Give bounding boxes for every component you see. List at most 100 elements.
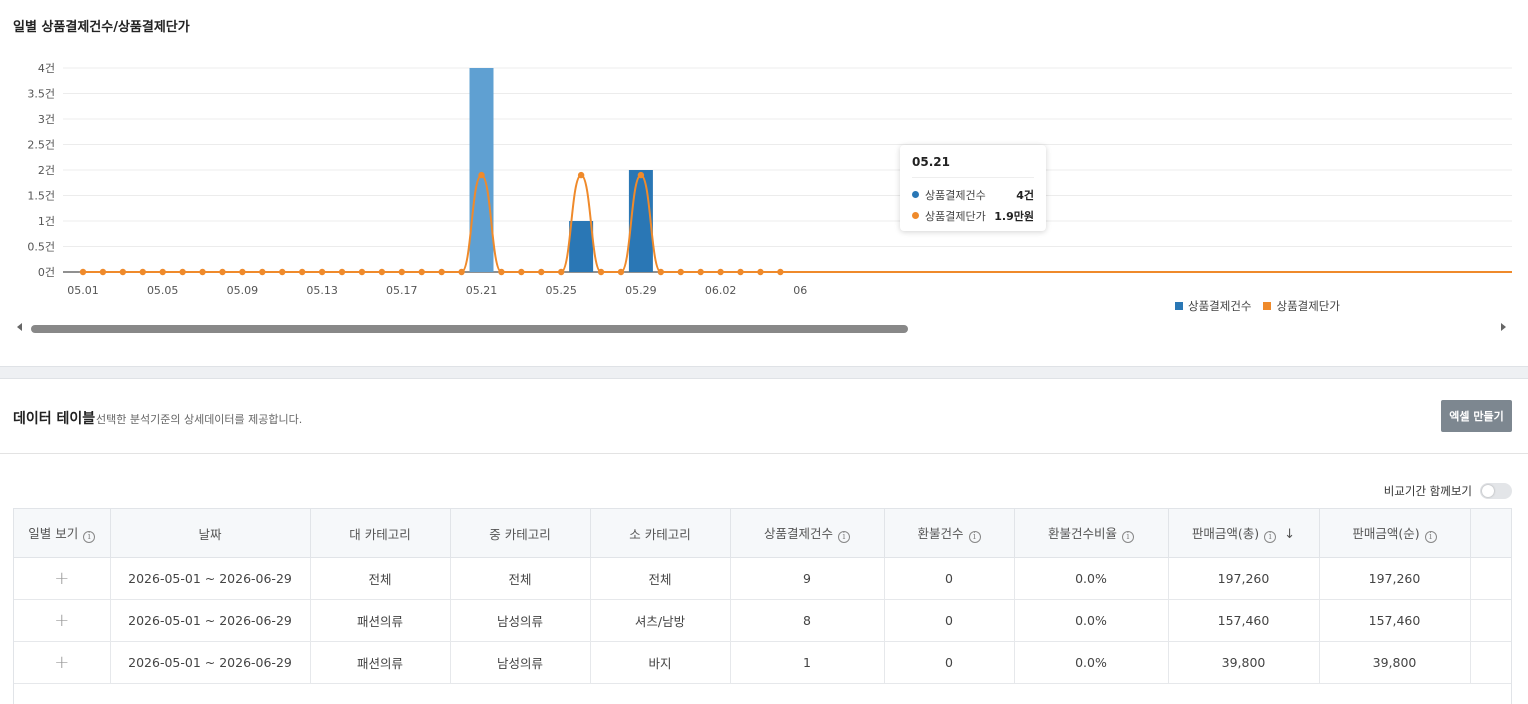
y-tick-label: 3.5건 bbox=[27, 88, 55, 101]
column-header[interactable]: 대 카테고리 bbox=[310, 508, 451, 558]
x-tick-label: 06.02 bbox=[705, 284, 737, 297]
tooltip-value-price: 1.9만원 bbox=[994, 209, 1034, 223]
x-tick-label: 05.01 bbox=[67, 284, 99, 297]
line-point bbox=[298, 268, 306, 276]
column-header[interactable]: 판매금액(순) i bbox=[1319, 508, 1471, 558]
info-circle-icon[interactable]: i bbox=[1122, 531, 1134, 543]
category-s-cell: 전체 bbox=[590, 557, 731, 600]
line-point bbox=[577, 171, 585, 179]
tooltip-date: 05.21 bbox=[912, 155, 1034, 178]
table-body: +2026-05-01 ~ 2026-06-29 전체 전체 전체 9 0 0.0% 197,… bbox=[14, 557, 1511, 684]
bar bbox=[469, 68, 494, 272]
line-point bbox=[179, 268, 186, 276]
y-tick-label: 3건 bbox=[38, 113, 55, 126]
line-point bbox=[438, 268, 445, 276]
line-point bbox=[318, 268, 326, 276]
column-header[interactable]: 일별 보기 i bbox=[14, 508, 111, 558]
line-series bbox=[83, 174, 1512, 273]
data-table-header: 데이터 테이블 선택한 분석기준의 상세데이터를 제공합니다. 엑셀 만들기 bbox=[0, 379, 1528, 454]
refunds-cell: 0 bbox=[884, 557, 1015, 600]
x-tick-label: 05.25 bbox=[545, 284, 577, 297]
legend-item-orders[interactable]: 상품결제건수 bbox=[1175, 298, 1251, 314]
column-header-label: 중 카테고리 bbox=[489, 526, 551, 542]
column-header-label: 환불건수비율 bbox=[1047, 526, 1117, 541]
overflow-cell bbox=[1470, 641, 1511, 684]
category-l-cell: 전체 bbox=[310, 557, 451, 600]
line-point bbox=[597, 268, 605, 276]
legend-swatch-price bbox=[1263, 302, 1272, 310]
line-point bbox=[279, 268, 286, 276]
line-point bbox=[697, 268, 704, 276]
bar bbox=[569, 221, 594, 272]
overflow-cell bbox=[1470, 599, 1511, 642]
line-point bbox=[777, 268, 784, 276]
info-circle-icon[interactable]: i bbox=[1264, 531, 1277, 543]
info-circle-icon[interactable]: i bbox=[838, 531, 850, 543]
refund-rate-cell: 0.0% bbox=[1014, 557, 1169, 600]
tooltip-value-orders: 4건 bbox=[1016, 188, 1034, 202]
bar bbox=[628, 170, 653, 272]
column-header-label: 환불건수 bbox=[917, 526, 964, 541]
info-circle-icon[interactable]: i bbox=[968, 531, 981, 543]
sales-net-cell: 157,460 bbox=[1319, 599, 1471, 642]
arrow-down-icon[interactable]: ↓ bbox=[1284, 527, 1295, 542]
sales-net-cell: 197,260 bbox=[1319, 557, 1471, 600]
column-header-label: 판매금액(총) bbox=[1191, 526, 1260, 541]
legend-label-price: 상품결제단가 bbox=[1276, 299, 1340, 313]
column-header[interactable]: 환불건수 i bbox=[884, 508, 1015, 558]
plus-icon[interactable]: + bbox=[54, 569, 69, 588]
tooltip-row-price: 상품결제단가 1.9만원 bbox=[912, 205, 1034, 226]
tooltip-dot-price bbox=[912, 212, 919, 219]
column-header-label: 대 카테고리 bbox=[349, 526, 411, 542]
table-row: +2026-05-01 ~ 2026-06-29 패션의류 남성의류 바지 1 0 0.0%… bbox=[14, 641, 1511, 684]
column-header[interactable]: 소 카테고리 bbox=[590, 508, 731, 558]
category-l-cell: 패션의류 bbox=[310, 599, 451, 642]
overflow-cell bbox=[1470, 557, 1511, 600]
excel-export-button[interactable]: 엑셀 만들기 bbox=[1441, 400, 1512, 432]
line-point bbox=[239, 268, 246, 276]
legend-item-price[interactable]: 상품결제단가 bbox=[1263, 298, 1340, 314]
plus-icon[interactable]: + bbox=[54, 611, 69, 630]
column-header[interactable]: 상품결제건수 i bbox=[730, 508, 885, 558]
y-tick-label: 0건 bbox=[38, 266, 55, 279]
y-tick-label: 2.5건 bbox=[27, 139, 55, 152]
column-header-label: 일별 보기 bbox=[28, 526, 79, 541]
column-header[interactable]: 날짜 bbox=[110, 508, 311, 558]
x-tick-label: 06 bbox=[793, 284, 807, 297]
chart-tooltip: 05.21 상품결제건수 4건 상품결제단가 1.9만원 bbox=[900, 145, 1046, 231]
chart-scrollbar[interactable] bbox=[0, 320, 1528, 338]
line-point bbox=[199, 268, 206, 276]
plus-icon[interactable]: + bbox=[54, 653, 69, 672]
line-point bbox=[338, 268, 346, 276]
column-header[interactable]: 상 bbox=[1470, 508, 1511, 558]
info-circle-icon[interactable]: i bbox=[83, 531, 96, 543]
line-point bbox=[558, 268, 565, 276]
column-header[interactable]: 판매금액(총) i ↓ bbox=[1168, 508, 1320, 558]
compare-period-toggle[interactable] bbox=[1480, 483, 1512, 499]
column-header[interactable]: 중 카테고리 bbox=[450, 508, 591, 558]
scroll-right-arrow-icon[interactable] bbox=[1501, 323, 1506, 331]
column-header[interactable]: 환불건수비율 i bbox=[1014, 508, 1169, 558]
line-point bbox=[119, 268, 127, 276]
category-l-cell: 패션의류 bbox=[310, 641, 451, 684]
info-circle-icon[interactable]: i bbox=[1424, 531, 1437, 543]
category-m-cell: 남성의류 bbox=[450, 641, 591, 684]
legend-swatch-orders bbox=[1175, 302, 1183, 310]
expand-cell: + bbox=[14, 599, 111, 642]
line-point bbox=[219, 268, 226, 276]
sales-total-cell: 39,800 bbox=[1168, 641, 1320, 684]
category-s-cell: 바지 bbox=[590, 641, 731, 684]
line-point bbox=[757, 268, 764, 276]
x-tick-label: 05.05 bbox=[147, 284, 179, 297]
x-tick-label: 05.09 bbox=[227, 284, 259, 297]
line-point bbox=[139, 268, 146, 276]
sales-total-cell: 157,460 bbox=[1168, 599, 1320, 642]
y-tick-label: 4건 bbox=[38, 62, 55, 75]
x-tick-label: 05.17 bbox=[386, 284, 418, 297]
line-point bbox=[717, 268, 724, 276]
column-header-label: 소 카테고리 bbox=[629, 526, 691, 542]
line-point bbox=[79, 268, 87, 276]
scroll-thumb[interactable] bbox=[31, 325, 908, 333]
scroll-left-arrow-icon[interactable] bbox=[17, 323, 22, 331]
chart-legend: 상품결제건수 상품결제단가 bbox=[1175, 298, 1340, 314]
